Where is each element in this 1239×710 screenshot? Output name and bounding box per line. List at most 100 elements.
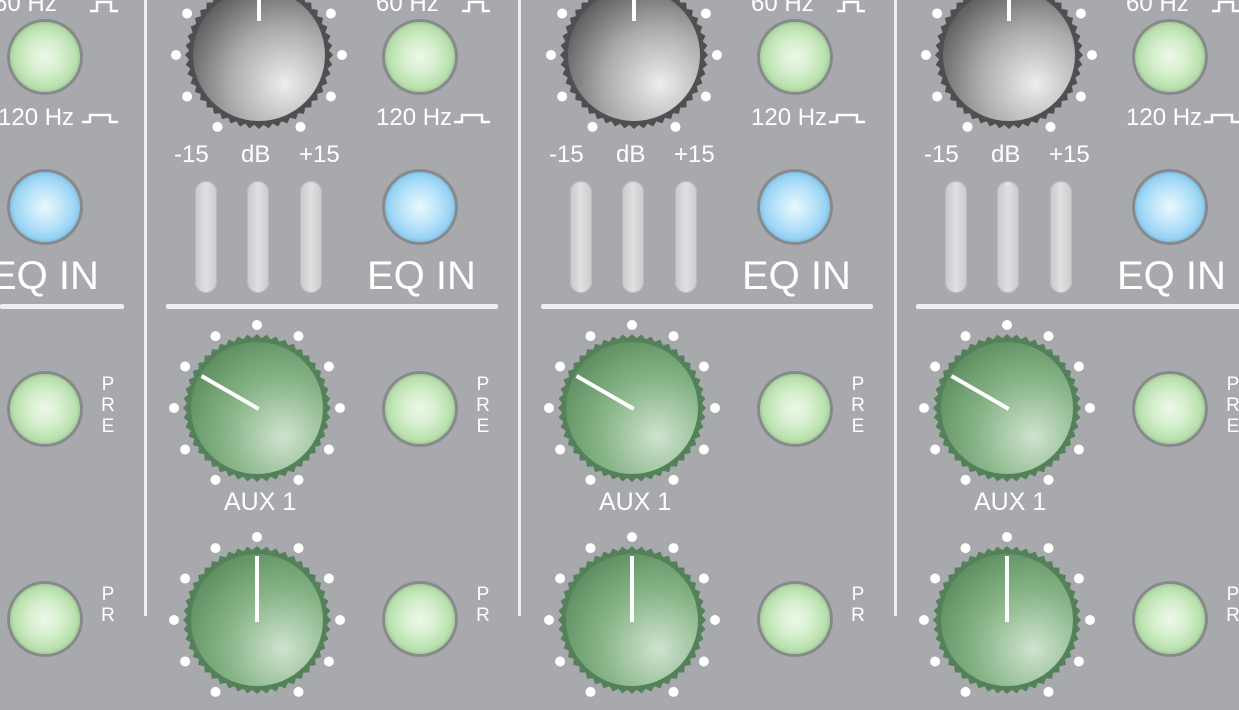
lamp-120hz-icon (829, 113, 865, 124)
pre-letter: P (476, 374, 490, 395)
db-min-label: -15 (174, 141, 209, 168)
lamp-60hz-icon (837, 0, 865, 13)
scale-dot (587, 121, 598, 132)
scale-dot (668, 331, 679, 342)
aux1-level-knob[interactable] (542, 318, 722, 498)
scale-dot (668, 686, 679, 697)
scale-dot (698, 573, 709, 584)
aux1-pre-button[interactable] (760, 374, 830, 444)
lamp-60hz-icon (1212, 0, 1239, 13)
aux2-level-knob[interactable] (542, 530, 722, 710)
aux2-pre-button[interactable] (760, 584, 830, 654)
pre-letter: R (476, 395, 490, 416)
eq-gain-knob[interactable] (169, 0, 349, 145)
lamp-120hz-icon (1204, 113, 1239, 124)
meter-slot (300, 181, 322, 293)
scale-dot (557, 91, 568, 102)
scale-dot (930, 573, 941, 584)
hpf-60hz-button[interactable] (1135, 22, 1205, 92)
scale-dot (210, 543, 221, 554)
scale-dot (698, 444, 709, 455)
hz60-label: 60 Hz (751, 0, 814, 17)
scale-dot (544, 615, 554, 625)
scale-dot (323, 361, 334, 372)
meter-slot (195, 181, 217, 293)
scale-dot (1087, 50, 1097, 60)
scale-dot (323, 573, 334, 584)
hz120-label: 120 Hz (751, 104, 828, 131)
scale-dot (710, 615, 720, 625)
scale-dot (1043, 686, 1054, 697)
scale-dot (710, 403, 720, 413)
hz120-label: 120 Hz (376, 104, 453, 131)
aux2-pre-button[interactable] (385, 584, 455, 654)
pre-letter: P (476, 584, 490, 605)
scale-dot (960, 474, 971, 485)
scale-dot (919, 615, 929, 625)
channel-strip-2: -15 dB +15 60 Hz 120 Hz EQ IN AUX 1PREPR (522, 0, 897, 697)
pre-label: PRE (101, 374, 115, 437)
hpf-60hz-button[interactable] (10, 22, 80, 92)
scale-dot (960, 331, 971, 342)
scale-dot (323, 444, 334, 455)
section-rule (541, 304, 873, 309)
eq-in-button[interactable] (385, 172, 455, 242)
scale-dot (627, 532, 637, 542)
aux1-label: AUX 1 (974, 488, 1047, 516)
aux1-level-knob[interactable] (917, 318, 1097, 498)
scale-dot (930, 361, 941, 372)
aux1-label: AUX 1 (599, 488, 672, 516)
lamp-120hz-icon (82, 113, 118, 124)
scale-dot (1043, 474, 1054, 485)
aux1-pre-button[interactable] (1135, 374, 1205, 444)
scale-dot (1085, 403, 1095, 413)
scale-dot (1073, 573, 1084, 584)
aux1-label: AUX 1 (224, 488, 297, 516)
scale-dot (557, 8, 568, 19)
pre-label: PR (101, 584, 115, 626)
scale-dot (295, 121, 306, 132)
scale-dot (1043, 331, 1054, 342)
hpf-60hz-button[interactable] (760, 22, 830, 92)
scale-dot (932, 8, 943, 19)
eq-in-button[interactable] (1135, 172, 1205, 242)
eq-in-label: EQ IN (742, 254, 851, 298)
aux2-pre-button[interactable] (1135, 584, 1205, 654)
meter-slot (622, 181, 644, 293)
scale-dot (921, 50, 931, 60)
eq-in-button[interactable] (10, 172, 80, 242)
channel-strip-3: -15 dB +15 60 Hz 120 Hz EQ IN AUX 1PREPR (897, 0, 1239, 697)
scale-dot (1085, 615, 1095, 625)
scale-dot (293, 331, 304, 342)
aux2-level-knob[interactable] (167, 530, 347, 710)
eq-gain-knob[interactable] (919, 0, 1099, 145)
scale-dot (182, 8, 193, 19)
scale-dot (337, 50, 347, 60)
pre-letter: E (851, 416, 865, 437)
scale-dot (668, 474, 679, 485)
scale-dot (180, 573, 191, 584)
db-max-label: +15 (1049, 141, 1090, 168)
pre-label: PR (1225, 584, 1239, 626)
aux2-pre-button[interactable] (10, 584, 80, 654)
scale-dot (169, 403, 179, 413)
eq-gain-knob[interactable] (544, 0, 724, 145)
hz60-label: 60 Hz (0, 0, 57, 17)
aux2-level-knob[interactable] (917, 530, 1097, 710)
scale-dot (180, 361, 191, 372)
section-rule (166, 304, 498, 309)
scale-dot (700, 91, 711, 102)
aux1-level-knob[interactable] (167, 318, 347, 498)
aux1-pre-button[interactable] (10, 374, 80, 444)
db-unit-label: dB (241, 141, 271, 168)
hpf-60hz-button[interactable] (385, 22, 455, 92)
pre-letter: R (1226, 395, 1239, 416)
pre-letter: P (1226, 584, 1239, 605)
scale-dot (1045, 121, 1056, 132)
scale-dot (210, 686, 221, 697)
pre-label: PRE (1225, 374, 1239, 437)
aux1-pre-button[interactable] (385, 374, 455, 444)
scale-dot (919, 403, 929, 413)
eq-in-button[interactable] (760, 172, 830, 242)
scale-dot (210, 331, 221, 342)
